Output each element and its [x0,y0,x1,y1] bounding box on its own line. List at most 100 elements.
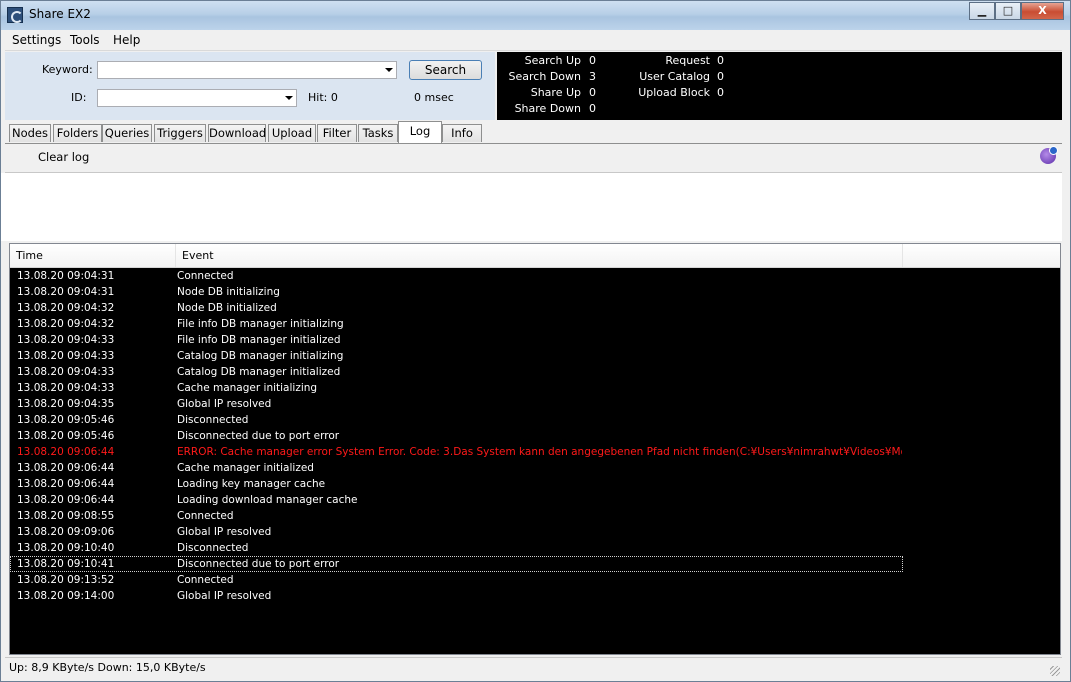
log-time: 13.08.20 09:06:44 [17,478,115,490]
log-time: 13.08.20 09:13:52 [17,574,115,586]
tab-download[interactable]: Download [208,124,266,142]
log-event: File info DB manager initializing [177,318,344,330]
log-time: 13.08.20 09:06:44 [17,446,115,458]
transfer-speed: Up: 8,9 KByte/s Down: 15,0 KByte/s [9,661,206,674]
stat-user-catalog-label: User Catalog [639,70,710,83]
stat-upload-block-label: Upload Block [638,86,710,99]
menu-tools[interactable]: Tools [70,33,100,47]
log-row[interactable]: 13.08.20 09:08:55 Connected [10,508,1060,524]
log-row[interactable]: 13.08.20 09:04:33 Catalog DB manager init… [10,364,1060,380]
search-button[interactable]: Search [409,60,482,80]
log-event: Connected [177,270,234,282]
log-row[interactable]: 13.08.20 09:04:31 Connected [10,268,1060,284]
log-row[interactable]: 13.08.20 09:04:31 Node DB initializing [10,284,1060,300]
minimize-button[interactable]: ▁ [969,2,995,20]
log-event: Global IP resolved [177,590,272,602]
log-event: Cache manager initialized [177,462,314,474]
column-header-time[interactable]: Time [10,244,176,267]
stat-share-up-label: Share Up [530,86,581,99]
tab-folders[interactable]: Folders [53,124,102,142]
log-time: 13.08.20 09:08:55 [17,510,115,522]
id-label: ID: [71,91,87,104]
log-time: 13.08.20 09:04:31 [17,270,115,282]
close-button[interactable]: X [1021,2,1064,20]
log-row[interactable]: 13.08.20 09:06:44 Loading key manager cac… [10,476,1060,492]
menu-settings[interactable]: Settings [12,33,61,47]
tab-filter[interactable]: Filter [317,124,357,142]
log-row[interactable]: 13.08.20 09:04:33 File info DB manager in… [10,332,1060,348]
log-row[interactable]: 13.08.20 09:06:44 Cache manager initializ… [10,460,1060,476]
log-details-area [1,173,1062,241]
column-header-event[interactable]: Event [176,244,903,267]
log-time: 13.08.20 09:04:32 [17,302,115,314]
search-time: 0 msec [414,91,454,104]
stat-request-value: 0 [717,54,724,67]
stat-search-down-label: Search Down [508,70,581,83]
log-row[interactable]: 13.08.20 09:06:44 ERROR: Cache manager er… [10,444,1060,460]
log-event: Node DB initialized [177,302,277,314]
stat-upload-block-value: 0 [717,86,724,99]
stat-request-label: Request [665,54,710,67]
log-row[interactable]: 13.08.20 09:04:35 Global IP resolved [10,396,1060,412]
chevron-down-icon[interactable] [385,68,393,72]
hit-count: Hit: 0 [308,91,338,104]
title-bar[interactable]: Share EX2 ▁ □ X [1,1,1070,30]
log-row[interactable]: 13.08.20 09:04:32 File info DB manager in… [10,316,1060,332]
stat-user-catalog-value: 0 [717,70,724,83]
log-time: 13.08.20 09:04:33 [17,350,115,362]
log-event: Loading download manager cache [177,494,358,506]
id-input[interactable] [97,89,297,107]
chevron-down-icon[interactable] [285,96,293,100]
app-window: Share EX2 ▁ □ X Settings Tools Help Keyw… [0,0,1071,682]
log-time: 13.08.20 09:04:33 [17,366,115,378]
log-time: 13.08.20 09:10:40 [17,542,115,554]
menu-help[interactable]: Help [113,33,140,47]
window-title: Share EX2 [29,7,91,21]
tab-queries[interactable]: Queries [102,124,152,142]
app-icon [7,7,23,23]
log-time: 13.08.20 09:04:32 [17,318,115,330]
log-event: Catalog DB manager initialized [177,366,341,378]
log-row[interactable]: 13.08.20 09:04:33 Catalog DB manager init… [10,348,1060,364]
stat-share-down-value: 0 [589,102,596,115]
log-row[interactable]: 13.08.20 09:10:40 Disconnected [10,540,1060,556]
log-row[interactable]: 13.08.20 09:04:33 Cache manager initializ… [10,380,1060,396]
log-row[interactable]: 13.08.20 09:09:06 Global IP resolved [10,524,1060,540]
menu-bar: Settings Tools Help [5,30,1062,51]
stats-panel: Search Up 0 Search Down 3 Share Up 0 Sha… [497,52,1062,120]
log-row[interactable]: 13.08.20 09:14:00 Global IP resolved [10,588,1060,604]
log-event: Disconnected due to port error [177,430,340,442]
tab-log[interactable]: Log [398,121,442,143]
tab-nodes[interactable]: Nodes [9,124,51,142]
status-bar: Up: 8,9 KByte/s Down: 15,0 KByte/s [5,657,1062,678]
clear-log-button[interactable]: Clear log [38,150,89,164]
log-event: Disconnected [177,414,249,426]
log-time: 13.08.20 09:09:06 [17,526,115,538]
resize-grip-icon[interactable] [1050,666,1060,676]
tab-triggers[interactable]: Triggers [154,124,206,142]
log-time: 13.08.20 09:04:31 [17,286,115,298]
log-time: 13.08.20 09:04:33 [17,334,115,346]
log-row[interactable]: 13.08.20 09:05:46 Disconnected due to por… [10,428,1060,444]
maximize-button[interactable]: □ [995,2,1021,20]
tab-upload[interactable]: Upload [268,124,316,142]
log-header: Time Event [10,244,1060,268]
log-event: Global IP resolved [177,526,272,538]
log-row[interactable]: 13.08.20 09:10:41 Disconnected due to por… [10,556,903,572]
log-row[interactable]: 13.08.20 09:06:44 Loading download manage… [10,492,1060,508]
log-event: Connected [177,510,234,522]
log-event: Global IP resolved [177,398,272,410]
log-row[interactable]: 13.08.20 09:04:32 Node DB initialized [10,300,1060,316]
tab-tasks[interactable]: Tasks [358,124,398,142]
log-event: File info DB manager initialized [177,334,341,346]
keyword-input[interactable] [97,61,397,79]
log-row[interactable]: 13.08.20 09:13:52 Connected [10,572,1060,588]
log-event: Catalog DB manager initializing [177,350,344,362]
log-event: Node DB initializing [177,286,280,298]
user-icon[interactable] [1040,146,1058,164]
log-list[interactable]: Time Event 13.08.20 09:04:31 Connected 13.… [9,243,1061,655]
log-time: 13.08.20 09:06:44 [17,494,115,506]
log-row[interactable]: 13.08.20 09:05:46 Disconnected [10,412,1060,428]
tab-info[interactable]: Info [442,124,482,142]
log-time: 13.08.20 09:14:00 [17,590,115,602]
